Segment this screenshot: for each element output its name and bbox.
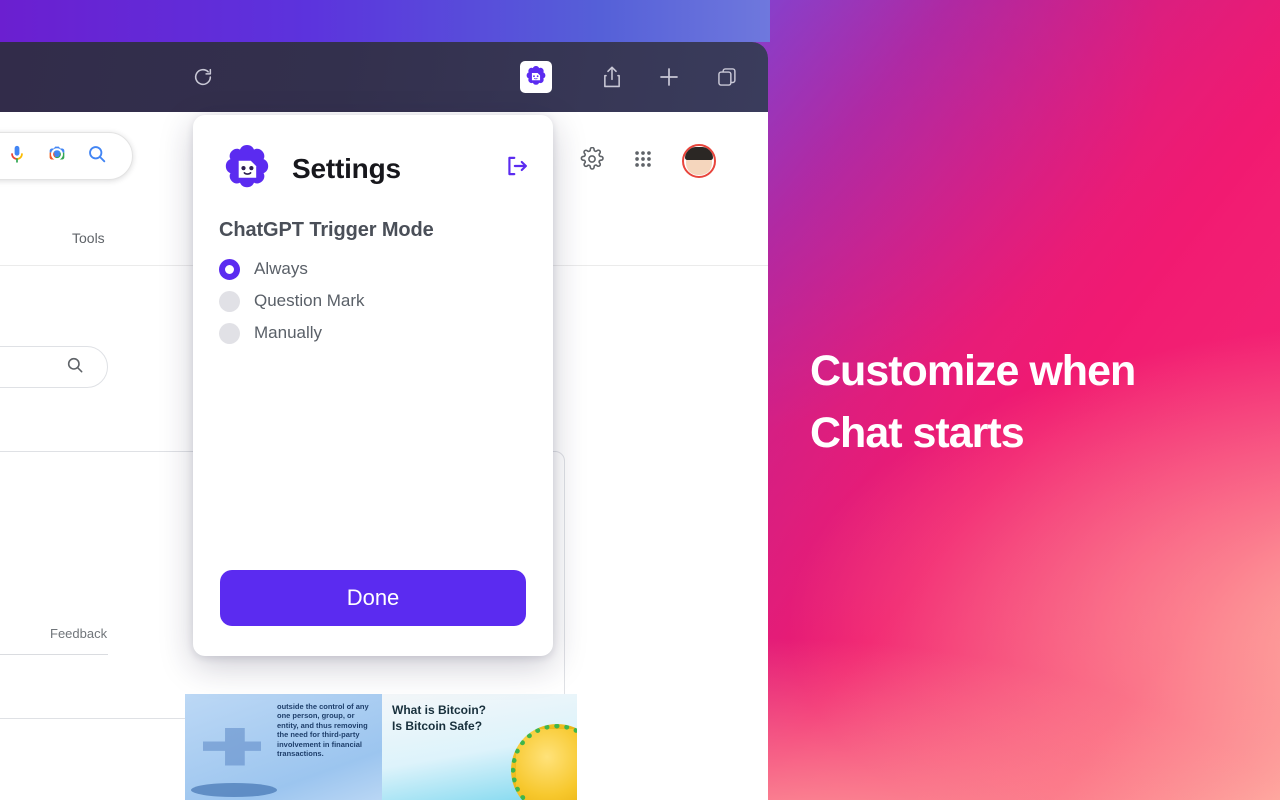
chatgpt-extension-icon[interactable] bbox=[520, 61, 552, 93]
radio-option-manually[interactable]: Manually bbox=[219, 317, 527, 349]
gear-icon[interactable] bbox=[580, 146, 604, 176]
list-item[interactable]: outside the control of any one person, g… bbox=[185, 694, 382, 800]
divider bbox=[0, 654, 108, 655]
screen: Tools its of currency are ates bbox=[0, 0, 1280, 800]
thumb-title-line-2: Is Bitcoin Safe? bbox=[392, 719, 483, 733]
avatar[interactable] bbox=[682, 144, 716, 178]
thumb-title-line-1: What is Bitcoin? bbox=[392, 703, 486, 717]
google-lens-icon[interactable] bbox=[46, 143, 68, 170]
google-account-controls bbox=[580, 144, 716, 178]
radio-button[interactable] bbox=[219, 290, 240, 312]
search-icon[interactable] bbox=[86, 143, 108, 170]
avatar-hair bbox=[685, 147, 713, 160]
settings-footer: Done bbox=[193, 570, 553, 656]
radio-label: Always bbox=[254, 259, 308, 278]
settings-header: Settings bbox=[193, 115, 553, 197]
radio-button[interactable] bbox=[219, 258, 240, 280]
promo-headline-line-2: Chat starts bbox=[810, 409, 1025, 457]
chatgpt-flower-logo-icon bbox=[219, 141, 275, 197]
list-item[interactable]: What is Bitcoin? Is Bitcoin Safe? bbox=[382, 694, 577, 800]
decorative-shape bbox=[191, 783, 277, 797]
microphone-icon[interactable] bbox=[6, 143, 28, 170]
radio-label: Manually bbox=[254, 323, 323, 342]
snippet-line-1: its of currency are bbox=[0, 494, 118, 513]
radio-label: Question Mark bbox=[254, 291, 365, 310]
page-title: Settings bbox=[292, 153, 401, 184]
reload-icon[interactable] bbox=[186, 60, 220, 94]
browser-toolbar bbox=[0, 42, 768, 112]
settings-popup: Settings ChatGPT Trigger Mode Always Que… bbox=[193, 115, 553, 656]
snippet-line-2: ates bbox=[0, 513, 118, 532]
feedback-link[interactable]: Feedback bbox=[50, 626, 107, 641]
apps-grid-icon[interactable] bbox=[632, 148, 654, 175]
share-icon[interactable] bbox=[596, 60, 628, 94]
promo-headline-line-1: Customize when bbox=[810, 347, 1136, 395]
thumb-text: outside the control of any one person, g… bbox=[277, 702, 369, 759]
thumb-title: What is Bitcoin? Is Bitcoin Safe? bbox=[392, 702, 512, 734]
result-snippet: its of currency are ates bbox=[0, 494, 118, 532]
google-search-input[interactable] bbox=[0, 132, 133, 180]
radio-option-question-mark[interactable]: Question Mark bbox=[219, 285, 527, 317]
section-title: ChatGPT Trigger Mode bbox=[219, 219, 434, 241]
trigger-mode-radio-group: Always Question Mark Manually bbox=[219, 253, 527, 349]
avatar-face bbox=[685, 147, 713, 175]
done-button[interactable]: Done bbox=[220, 570, 526, 626]
top-gradient-strip bbox=[0, 0, 770, 42]
plus-icon[interactable] bbox=[653, 61, 685, 93]
search-icon[interactable] bbox=[65, 355, 85, 380]
tools-button[interactable]: Tools bbox=[72, 230, 105, 246]
logout-icon[interactable] bbox=[504, 153, 530, 179]
radio-option-always[interactable]: Always bbox=[219, 253, 527, 285]
image-results-grid: outside the control of any one person, g… bbox=[185, 694, 577, 800]
radio-button[interactable] bbox=[219, 322, 240, 344]
promo-headline: Customize when Chat starts bbox=[810, 340, 1230, 464]
tabs-icon[interactable] bbox=[711, 61, 743, 93]
coin-graphic bbox=[511, 724, 577, 800]
knowledge-panel-search-input[interactable] bbox=[0, 346, 108, 388]
